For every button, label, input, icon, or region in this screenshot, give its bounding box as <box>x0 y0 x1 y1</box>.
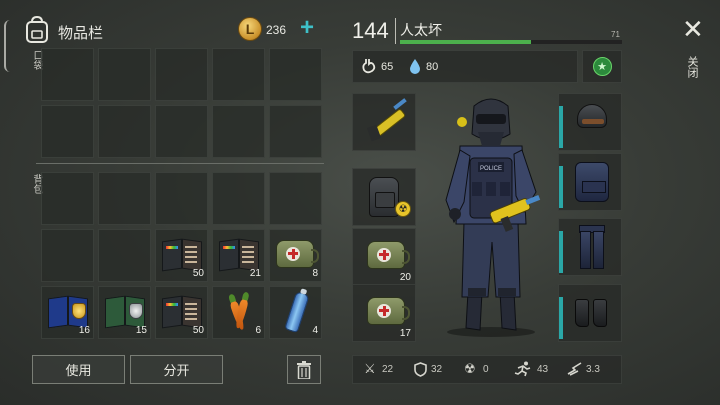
pocket-label: 口袋 <box>31 50 42 70</box>
item-count: 4 <box>312 325 318 336</box>
backpack-slot[interactable] <box>269 172 322 225</box>
defense-value: 32 <box>431 364 443 375</box>
backpack-slot[interactable] <box>212 172 265 225</box>
use-button[interactable]: 使用 <box>32 355 125 384</box>
trash-button[interactable] <box>287 355 321 384</box>
boots-icon <box>575 299 609 329</box>
item-count: 50 <box>192 325 204 336</box>
xp-bar-fill <box>400 40 531 44</box>
perk-button[interactable]: ★ <box>582 50 622 83</box>
close-icon[interactable]: ✕ <box>682 16 704 42</box>
pants-icon <box>579 225 605 269</box>
star-icon: ★ <box>592 57 612 76</box>
coin-icon: L <box>238 17 262 41</box>
backpack-slot[interactable] <box>98 229 151 282</box>
backpack-slot[interactable] <box>155 172 208 225</box>
pocket-slot[interactable] <box>155 105 208 158</box>
player-name: 人太坏 <box>400 22 442 38</box>
backpack-slot-sheriff-book[interactable]: 15 <box>98 286 151 339</box>
item-count: 21 <box>249 268 261 279</box>
backpack-equip-slot[interactable]: ☢ <box>352 168 416 226</box>
coin-count: 236 <box>266 23 287 37</box>
level-separator <box>395 18 396 44</box>
item-count: 50 <box>192 268 204 279</box>
medkit-icon <box>367 297 410 325</box>
backpack-slot[interactable] <box>41 172 94 225</box>
water-bottle-icon <box>284 290 310 334</box>
close-label[interactable]: 关闭 <box>686 56 698 78</box>
item-count: 16 <box>78 325 90 336</box>
pants-slot[interactable] <box>558 218 622 276</box>
pocket-slot[interactable] <box>41 105 94 158</box>
item-count: 20 <box>399 272 411 283</box>
backpack-slot-police-book[interactable]: 16 <box>41 286 94 339</box>
helmet-icon <box>577 104 607 128</box>
attack-value: 22 <box>382 364 394 375</box>
pocket-slot[interactable] <box>269 48 322 101</box>
pocket-slot[interactable] <box>212 48 265 101</box>
item-count: 6 <box>255 325 261 336</box>
hunger-value: 65 <box>381 61 394 73</box>
pocket-slot[interactable] <box>98 105 151 158</box>
item-count: 15 <box>135 325 147 336</box>
item-count: 17 <box>399 328 411 339</box>
water-drop-icon <box>410 59 420 74</box>
helmet-slot[interactable] <box>558 93 622 151</box>
stomach-icon <box>362 59 376 74</box>
pocket-slot[interactable] <box>269 105 322 158</box>
backpack-slot[interactable] <box>41 229 94 282</box>
side-bracket <box>4 20 14 72</box>
thirst-value: 80 <box>426 61 439 73</box>
sword-icon: ⚔ <box>364 361 376 376</box>
inventory-title: 物品栏 <box>58 25 104 42</box>
armor-slot[interactable] <box>558 153 622 211</box>
vest-icon <box>575 162 609 202</box>
backpack-slot-recipe-book[interactable]: 21 <box>212 229 265 282</box>
backpack-label: 背包 <box>31 174 42 194</box>
backpack-slot[interactable] <box>98 172 151 225</box>
backpack-slot-recipe-book[interactable]: 50 <box>155 229 208 282</box>
backpack-slot-medkit[interactable]: 8 <box>269 229 322 282</box>
quick-slot-2[interactable]: 17 <box>352 284 416 342</box>
xp-number: 71 <box>611 30 620 39</box>
shield-icon <box>414 362 427 377</box>
player-character: POLICE <box>445 98 541 337</box>
add-coins-button[interactable]: + <box>300 14 314 42</box>
section-divider <box>36 163 324 164</box>
backpack-slot-recipe-book[interactable]: 50 <box>155 286 208 339</box>
backpack-slot-water-bottle[interactable]: 4 <box>269 286 322 339</box>
run-icon <box>514 361 531 377</box>
noise-icon <box>567 362 582 376</box>
trash-icon <box>297 360 311 379</box>
radiation-value: 0 <box>483 364 489 375</box>
radiation-icon: ☢ <box>395 201 411 217</box>
split-button[interactable]: 分开 <box>130 355 223 384</box>
weapon-slot[interactable] <box>352 93 416 151</box>
speed-value: 43 <box>537 364 549 375</box>
pocket-slot[interactable] <box>98 48 151 101</box>
radiation-icon: ☢ <box>464 361 476 376</box>
quick-slot-1[interactable]: 20 <box>352 228 416 286</box>
backpack-icon <box>26 16 48 43</box>
item-count: 8 <box>312 268 318 279</box>
medkit-icon <box>276 240 319 268</box>
boots-slot[interactable] <box>558 284 622 342</box>
player-level: 144 <box>352 18 389 43</box>
pocket-slot[interactable] <box>212 105 265 158</box>
xp-bar <box>400 40 622 44</box>
pocket-slot[interactable] <box>155 48 208 101</box>
pocket-slot[interactable] <box>41 48 94 101</box>
svg-text:POLICE: POLICE <box>480 166 502 172</box>
gun-icon <box>363 98 407 142</box>
backpack-slot-carrot[interactable]: 6 <box>212 286 265 339</box>
noise-value: 3.3 <box>586 364 600 375</box>
medkit-icon <box>367 241 410 269</box>
